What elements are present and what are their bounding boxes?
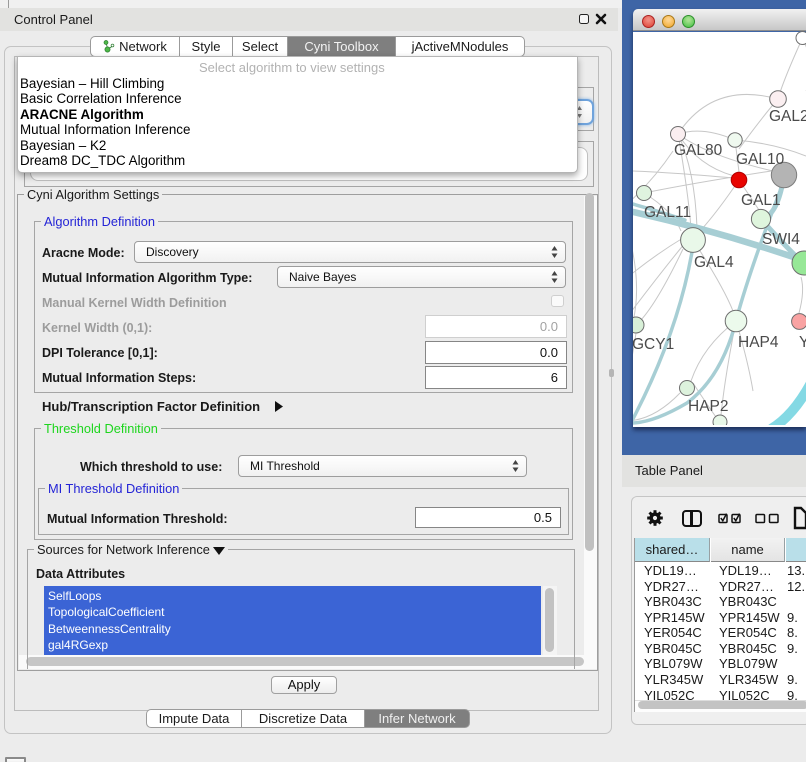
svg-text:SWI4: SWI4 [762, 231, 800, 248]
svg-text:HAP2: HAP2 [688, 398, 729, 415]
svg-text:GAL2: GAL2 [769, 108, 806, 125]
svg-text:GAL11: GAL11 [644, 204, 691, 221]
svg-text:GCY1: GCY1 [633, 336, 674, 353]
svg-text:GAL10: GAL10 [736, 151, 785, 168]
svg-text:GAL1: GAL1 [741, 192, 781, 209]
svg-text:HAP4: HAP4 [738, 334, 779, 351]
svg-text:GAL80: GAL80 [674, 142, 723, 159]
svg-text:GAL4: GAL4 [694, 254, 734, 271]
svg-text:Y: Y [799, 334, 806, 351]
